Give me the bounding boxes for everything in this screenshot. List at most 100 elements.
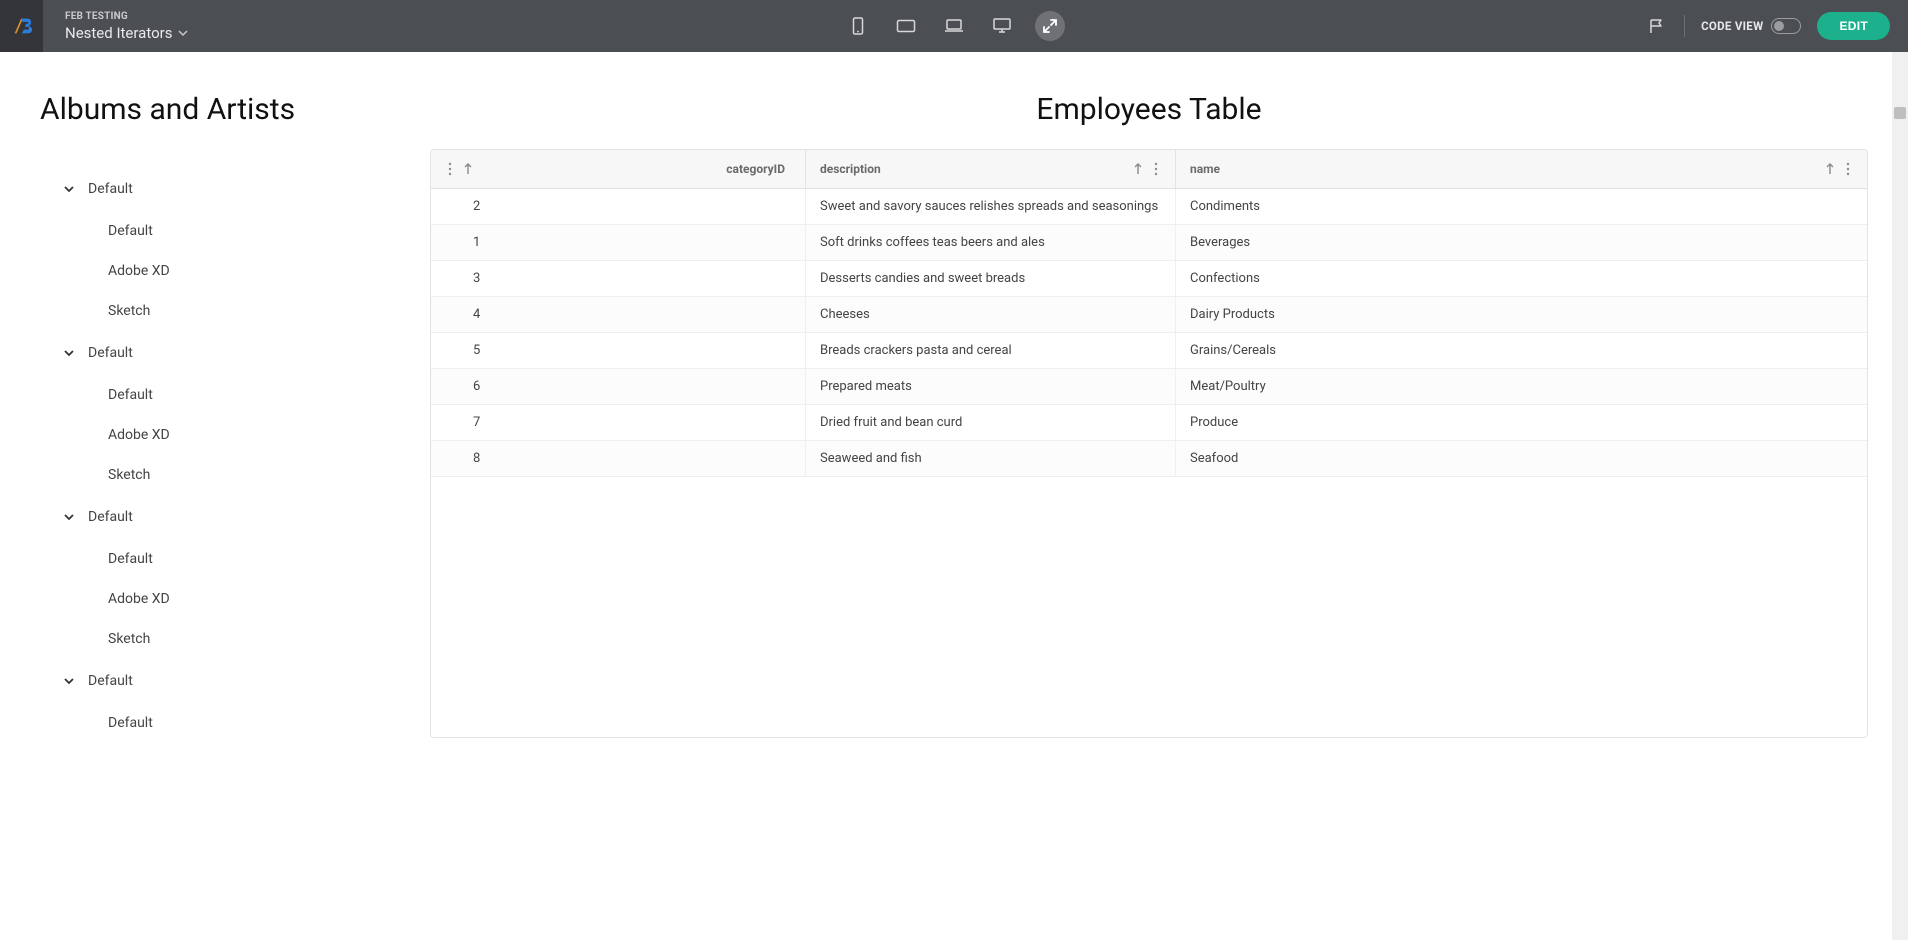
tree-view: DefaultDefaultAdobe XDSketchDefaultDefau… bbox=[40, 167, 430, 743]
cell-categoryid: 6 bbox=[431, 369, 806, 404]
toggle-off-icon bbox=[1771, 18, 1801, 34]
tree-item[interactable]: Adobe XD bbox=[40, 251, 430, 291]
device-laptop-button[interactable] bbox=[939, 11, 969, 41]
arrow-up-icon bbox=[1825, 163, 1835, 175]
table-row[interactable]: 8Seaweed and fishSeafood bbox=[431, 441, 1867, 477]
tree-group: DefaultDefaultAdobe XDSketch bbox=[40, 167, 430, 331]
table-row[interactable]: 6Prepared meatsMeat/Poultry bbox=[431, 369, 1867, 405]
grid-header-row: categoryID description name bbox=[431, 150, 1867, 189]
chevron-down-icon bbox=[178, 28, 188, 38]
column-header-categoryid[interactable]: categoryID bbox=[431, 150, 806, 188]
cell-categoryid: 8 bbox=[431, 441, 806, 476]
cell-name: Seafood bbox=[1176, 441, 1867, 476]
cell-categoryid: 3 bbox=[431, 261, 806, 296]
cell-description: Sweet and savory sauces relishes spreads… bbox=[806, 189, 1176, 224]
device-tablet-landscape-button[interactable] bbox=[891, 11, 921, 41]
tree-item[interactable]: Default bbox=[40, 211, 430, 251]
scrollbar-thumb[interactable] bbox=[1894, 107, 1906, 119]
arrow-up-icon bbox=[1133, 163, 1143, 175]
logo-icon bbox=[11, 15, 33, 37]
left-heading: Albums and Artists bbox=[40, 92, 430, 127]
cell-description: Prepared meats bbox=[806, 369, 1176, 404]
page-title: Nested Iterators bbox=[65, 24, 172, 42]
cell-categoryid: 5 bbox=[431, 333, 806, 368]
app-logo[interactable] bbox=[0, 0, 43, 52]
more-vertical-icon bbox=[1151, 162, 1161, 176]
tree-item[interactable]: Adobe XD bbox=[40, 415, 430, 455]
edit-button[interactable]: EDIT bbox=[1817, 12, 1890, 40]
cell-name: Confections bbox=[1176, 261, 1867, 296]
cell-name: Condiments bbox=[1176, 189, 1867, 224]
tree-group-header[interactable]: Default bbox=[40, 659, 430, 703]
cell-categoryid: 4 bbox=[431, 297, 806, 332]
preview-canvas: Albums and Artists DefaultDefaultAdobe X… bbox=[0, 52, 1908, 940]
tablet-landscape-icon bbox=[896, 19, 916, 33]
laptop-icon bbox=[944, 18, 964, 34]
tree-group-header[interactable]: Default bbox=[40, 167, 430, 211]
code-view-toggle[interactable]: CODE VIEW bbox=[1701, 18, 1801, 34]
chevron-down-icon bbox=[62, 510, 76, 524]
device-desktop-button[interactable] bbox=[987, 11, 1017, 41]
more-vertical-icon bbox=[445, 162, 455, 176]
right-heading: Employees Table bbox=[430, 92, 1868, 127]
column-label: categoryID bbox=[473, 162, 791, 176]
table-row[interactable]: 4CheesesDairy Products bbox=[431, 297, 1867, 333]
tree-group-header[interactable]: Default bbox=[40, 495, 430, 539]
scrollbar-track[interactable] bbox=[1892, 52, 1908, 940]
tree-item[interactable]: Sketch bbox=[40, 619, 430, 659]
table-row[interactable]: 3Desserts candies and sweet breadsConfec… bbox=[431, 261, 1867, 297]
chevron-down-icon bbox=[62, 674, 76, 688]
cell-categoryid: 2 bbox=[431, 189, 806, 224]
cell-name: Produce bbox=[1176, 405, 1867, 440]
tree-item[interactable]: Sketch bbox=[40, 291, 430, 331]
table-row[interactable]: 2Sweet and savory sauces relishes spread… bbox=[431, 189, 1867, 225]
table-row[interactable]: 5Breads crackers pasta and cerealGrains/… bbox=[431, 333, 1867, 369]
tree-item[interactable]: Default bbox=[40, 539, 430, 579]
column-header-name[interactable]: name bbox=[1176, 150, 1867, 188]
tree-group-label: Default bbox=[88, 673, 133, 689]
device-phone-button[interactable] bbox=[843, 11, 873, 41]
tree-group: DefaultDefaultAdobe XDSketch bbox=[40, 331, 430, 495]
cell-description: Dried fruit and bean curd bbox=[806, 405, 1176, 440]
cell-description: Desserts candies and sweet breads bbox=[806, 261, 1176, 296]
desktop-icon bbox=[992, 17, 1012, 35]
table-row[interactable]: 1Soft drinks coffees teas beers and ales… bbox=[431, 225, 1867, 261]
cell-description: Cheeses bbox=[806, 297, 1176, 332]
tree-item[interactable]: Sketch bbox=[40, 455, 430, 495]
top-bar-actions: CODE VIEW EDIT bbox=[1644, 12, 1908, 40]
cell-description: Seaweed and fish bbox=[806, 441, 1176, 476]
tree-item[interactable]: Adobe XD bbox=[40, 579, 430, 619]
grid-body: 2Sweet and savory sauces relishes spread… bbox=[431, 189, 1867, 477]
flag-icon bbox=[1648, 18, 1664, 34]
cell-name: Grains/Cereals bbox=[1176, 333, 1867, 368]
cell-name: Beverages bbox=[1176, 225, 1867, 260]
project-label[interactable]: FEB TESTING bbox=[65, 11, 188, 22]
cell-categoryid: 1 bbox=[431, 225, 806, 260]
table-row[interactable]: 7Dried fruit and bean curdProduce bbox=[431, 405, 1867, 441]
cell-name: Meat/Poultry bbox=[1176, 369, 1867, 404]
phone-icon bbox=[851, 17, 865, 35]
right-column: Employees Table categoryID description bbox=[430, 92, 1868, 743]
cell-categoryid: 7 bbox=[431, 405, 806, 440]
cell-name: Dairy Products bbox=[1176, 297, 1867, 332]
tree-item[interactable]: Default bbox=[40, 375, 430, 415]
top-bar: FEB TESTING Nested Iterators bbox=[0, 0, 1908, 52]
breadcrumb: FEB TESTING Nested Iterators bbox=[43, 11, 188, 42]
chevron-down-icon bbox=[62, 182, 76, 196]
tree-group-label: Default bbox=[88, 345, 133, 361]
tree-group-header[interactable]: Default bbox=[40, 331, 430, 375]
flag-button[interactable] bbox=[1644, 14, 1668, 38]
divider bbox=[1684, 15, 1685, 37]
device-fullscreen-button[interactable] bbox=[1035, 11, 1065, 41]
code-view-label: CODE VIEW bbox=[1701, 19, 1763, 33]
chevron-down-icon bbox=[62, 346, 76, 360]
page-title-dropdown[interactable]: Nested Iterators bbox=[65, 24, 188, 42]
tree-item[interactable]: Default bbox=[40, 703, 430, 743]
left-column: Albums and Artists DefaultDefaultAdobe X… bbox=[40, 92, 430, 743]
tree-group-label: Default bbox=[88, 509, 133, 525]
tree-group: Default Default bbox=[40, 659, 430, 743]
expand-icon bbox=[1042, 18, 1058, 34]
column-label: name bbox=[1190, 162, 1825, 176]
column-header-description[interactable]: description bbox=[806, 150, 1176, 188]
more-vertical-icon bbox=[1843, 162, 1853, 176]
